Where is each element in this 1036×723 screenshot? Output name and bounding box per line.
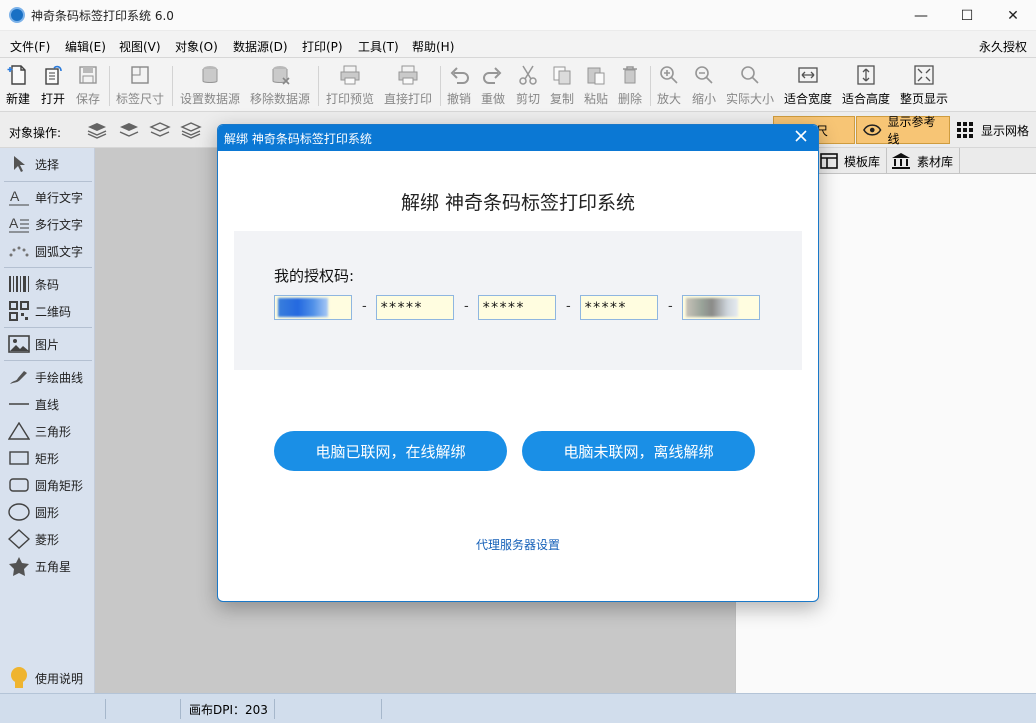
unbind-online-button[interactable]: 电脑已联网，在线解绑 xyxy=(274,431,507,471)
dialog-title: 解绑 神奇条码标签打印系统 xyxy=(224,131,372,146)
license-code-field-5[interactable] xyxy=(682,295,760,320)
license-code-field-1[interactable] xyxy=(274,295,352,320)
code-separator: - xyxy=(668,299,673,314)
unbind-offline-button[interactable]: 电脑未联网，离线解绑 xyxy=(522,431,755,471)
dialog-close-button[interactable] xyxy=(792,129,810,147)
code-separator: - xyxy=(566,299,571,314)
proxy-settings-link[interactable]: 代理服务器设置 xyxy=(218,536,818,553)
dialog-header: 解绑 神奇条码标签打印系统 xyxy=(218,125,818,151)
license-code-field-3[interactable]: ***** xyxy=(478,295,556,320)
close-icon xyxy=(795,130,807,142)
license-code-panel: 我的授权码: - ***** - ***** - ***** - xyxy=(234,231,802,370)
dialog-heading: 解绑 神奇条码标签打印系统 xyxy=(400,192,636,214)
license-code-label: 我的授权码: xyxy=(274,267,355,285)
redacted-code xyxy=(686,298,738,317)
code-separator: - xyxy=(362,299,367,314)
unbind-dialog: 解绑 神奇条码标签打印系统 解绑 神奇条码标签打印系统 我的授权码: - ***… xyxy=(217,124,819,602)
license-code-field-2[interactable]: ***** xyxy=(376,295,454,320)
license-code-field-4[interactable]: ***** xyxy=(580,295,658,320)
code-separator: - xyxy=(464,299,469,314)
redacted-code xyxy=(278,298,328,317)
